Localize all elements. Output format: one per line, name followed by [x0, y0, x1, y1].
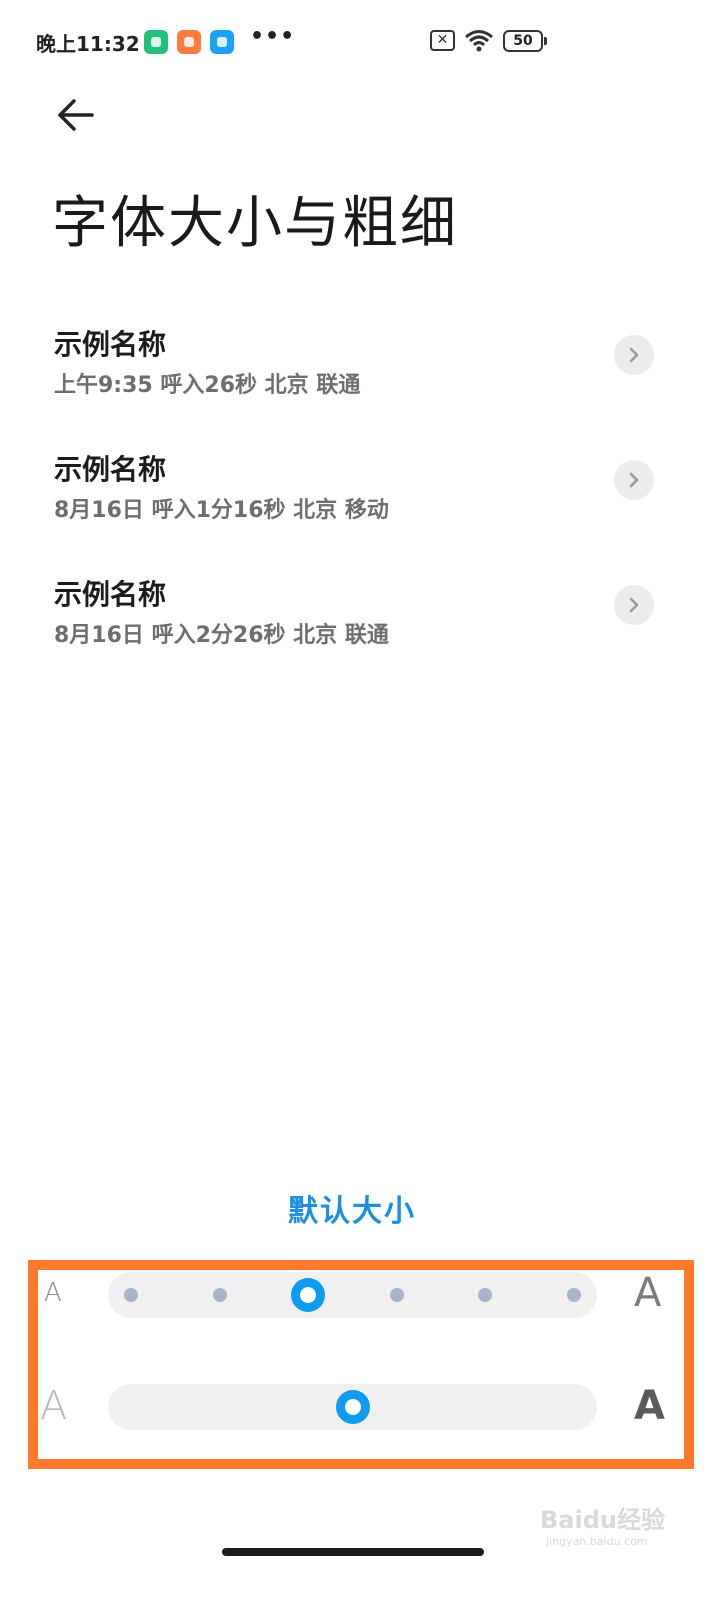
list-item[interactable]: 示例名称 8月16日 呼入2分26秒 北京 联通: [0, 573, 720, 683]
call-name: 示例名称: [54, 328, 167, 361]
battery-level: 50: [513, 33, 533, 49]
no-sim-icon: ✕: [430, 30, 455, 51]
page-title: 字体大小与粗细: [52, 191, 458, 256]
font-weight-min-label: A: [40, 1383, 68, 1429]
more-notifications-icon: •••: [250, 24, 296, 49]
font-size-max-label: A: [634, 1270, 662, 1316]
watermark-url: jingyan.baidu.com: [546, 1535, 648, 1548]
back-button[interactable]: [50, 92, 102, 138]
font-size-slider-thumb[interactable]: [291, 1278, 326, 1312]
font-size-slider[interactable]: [108, 1272, 597, 1318]
shopping-app-notification-icon: [177, 30, 201, 54]
status-time: 晚上11:32: [36, 32, 140, 56]
font-size-step-dot[interactable]: [478, 1288, 493, 1302]
security-app-notification-icon: [144, 30, 168, 54]
chevron-right-icon: [629, 597, 639, 613]
battery-cap: [544, 37, 547, 45]
font-size-step-dot[interactable]: [212, 1288, 227, 1302]
font-weight-max-label: A: [634, 1383, 665, 1429]
font-weight-slider[interactable]: [108, 1384, 597, 1430]
font-size-step-dot[interactable]: [567, 1288, 581, 1302]
chevron-right-icon: [629, 347, 639, 363]
chevron-right-icon: [629, 472, 639, 488]
details-button[interactable]: [614, 460, 654, 500]
call-name: 示例名称: [54, 453, 167, 486]
call-detail: 8月16日 呼入2分26秒 北京 联通: [54, 623, 389, 648]
list-item[interactable]: 示例名称 8月16日 呼入1分16秒 北京 移动: [0, 448, 720, 558]
watermark-logo: Baidu经验: [540, 1506, 665, 1534]
home-indicator[interactable]: [222, 1548, 484, 1556]
call-name: 示例名称: [54, 578, 167, 611]
font-size-step-dot[interactable]: [124, 1288, 138, 1302]
app-notification-icon: [210, 30, 234, 54]
details-button[interactable]: [614, 335, 654, 375]
wifi-icon: [465, 30, 493, 52]
call-detail: 上午9:35 呼入26秒 北京 联通: [54, 373, 361, 398]
font-weight-slider-thumb[interactable]: [335, 1390, 370, 1424]
back-arrow-icon: [58, 99, 94, 131]
details-button[interactable]: [614, 585, 654, 625]
list-item[interactable]: 示例名称 上午9:35 呼入26秒 北京 联通: [0, 323, 720, 433]
call-detail: 8月16日 呼入1分16秒 北京 移动: [54, 498, 389, 523]
font-size-step-dot[interactable]: [389, 1288, 404, 1302]
battery-icon: 50: [503, 30, 543, 52]
default-size-button[interactable]: 默认大小: [0, 1186, 704, 1230]
font-size-min-label: A: [44, 1278, 62, 1308]
status-bar: 晚上11:32 ••• ✕ 50: [0, 0, 720, 84]
